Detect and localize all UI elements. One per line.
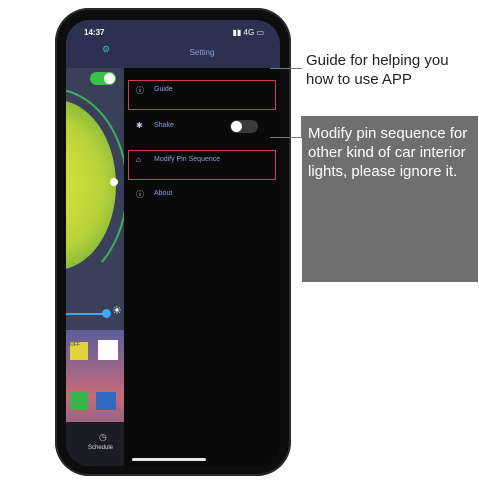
signal-indicator: ▮▮ 4G ▭ xyxy=(232,28,264,37)
color-swatch-yellow[interactable]: OFF xyxy=(70,342,88,360)
callout-pin-sequence: Modify pin sequence for other kind of ca… xyxy=(302,116,478,282)
settings-item-about[interactable]: ⓘ About xyxy=(124,182,280,206)
tab-bar xyxy=(66,422,124,466)
phone-screen: 14:37 ▮▮ 4G ▭ ⚙ ☀ OFF ◷ Schedule Setting… xyxy=(66,20,280,466)
color-swatch-white[interactable] xyxy=(98,340,118,360)
pin-sequence-highlight xyxy=(128,150,276,180)
tab-schedule[interactable]: Schedule xyxy=(88,445,113,451)
sun-icon: ☀ xyxy=(112,305,122,317)
settings-panel: Setting ⓘ Guide ✱ Shake ⌂ Modify Pin Seq… xyxy=(124,20,280,466)
color-wheel-ring xyxy=(66,88,128,288)
color-wheel-knob[interactable] xyxy=(110,178,118,186)
color-swatch-green[interactable] xyxy=(70,392,88,410)
brightness-slider-knob[interactable] xyxy=(102,309,111,318)
color-swatch-blue[interactable] xyxy=(96,392,116,410)
status-bar: 14:37 ▮▮ 4G ▭ xyxy=(66,20,280,46)
info-icon: ⓘ xyxy=(136,190,144,199)
settings-title: Setting xyxy=(189,48,215,57)
power-toggle[interactable] xyxy=(90,72,116,85)
callout-line-guide xyxy=(270,68,302,69)
settings-item-shake[interactable]: ✱ Shake xyxy=(124,114,280,138)
clock-icon: ◷ xyxy=(99,432,107,442)
shake-toggle[interactable] xyxy=(230,120,258,133)
callout-guide: Guide for helping you how to use APP xyxy=(306,52,449,88)
shake-icon: ✱ xyxy=(136,121,143,130)
status-time: 14:37 xyxy=(84,28,105,37)
home-indicator xyxy=(132,458,206,461)
main-screen-peek[interactable]: ⚙ ☀ OFF ◷ Schedule xyxy=(66,20,128,466)
guide-highlight xyxy=(128,80,276,110)
callout-line-pin xyxy=(270,137,302,138)
brightness-slider[interactable] xyxy=(66,313,106,315)
